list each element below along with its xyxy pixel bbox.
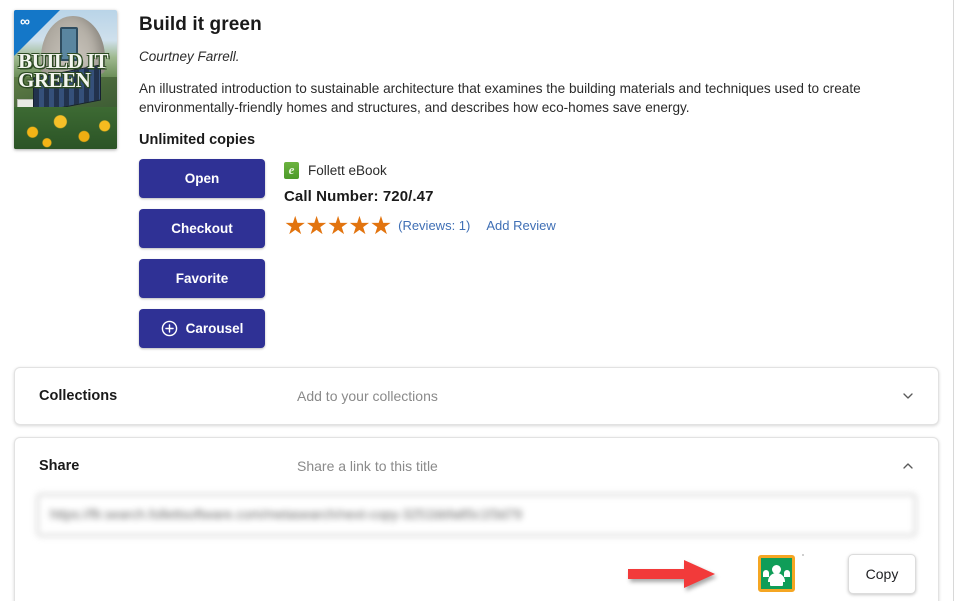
title-detail-header: BUILD IT GREEN ∞ Build it green Courtney… [0,0,953,359]
star-icon: ★ [305,211,327,240]
title-detail-page: BUILD IT GREEN ∞ Build it green Courtney… [0,0,954,601]
carousel-button[interactable]: Carousel [139,308,265,348]
book-cover-container: BUILD IT GREEN ∞ [14,10,117,359]
reviews-count-link[interactable]: (Reviews: 1) [398,218,470,233]
add-review-link[interactable]: Add Review [486,218,555,233]
carousel-button-label: Carousel [185,320,244,336]
google-classroom-icon [761,558,792,589]
rating-stars[interactable]: ★ ★ ★ ★ ★ [284,211,392,240]
share-panel: Share Share a link to this title https:/… [14,436,939,601]
collections-label: Collections [39,387,118,404]
annotation-arrow-icon [628,559,715,588]
format-label: Follett eBook [308,162,387,178]
chevron-down-icon[interactable] [900,388,916,404]
format-row: Follett eBook [284,161,939,179]
star-icon: ★ [284,211,306,240]
cover-art-flowers [14,107,117,149]
book-cover-image[interactable]: BUILD IT GREEN ∞ [14,10,117,149]
plus-circle-icon [161,320,178,337]
actions-row: Open Checkout Favorite Carousel e Follet… [139,158,939,359]
call-number: Call Number: 720/.47 [284,187,434,205]
star-icon: ★ [326,211,349,240]
star-icon: ★ [348,211,370,240]
collections-panel: Collections Add to your collections [14,366,939,425]
share-panel-body: Copy [15,493,938,601]
chevron-up-icon[interactable] [900,458,916,474]
page-title: Build it green [139,14,262,35]
review-row: ★ ★ ★ ★ ★ (Reviews: 1) Add Review [284,211,939,240]
share-actions-row: Copy [37,553,916,595]
copies-availability: Unlimited copies [139,131,256,148]
title-info: Build it green Courtney Farrell. An illu… [139,10,939,359]
book-summary: An illustrated introduction to sustainab… [139,81,861,115]
favorite-button[interactable]: Favorite [139,258,265,298]
star-icon: ★ [369,211,392,240]
cover-title-text: BUILD IT GREEN [18,48,109,92]
action-buttons-column: Open Checkout Favorite Carousel [139,158,265,359]
infinity-icon: ∞ [20,13,30,29]
follett-ebook-icon [284,161,299,179]
collections-panel-header[interactable]: Collections Add to your collections [15,368,938,424]
share-panel-header[interactable]: Share Share a link to this title [15,438,938,494]
collections-placeholder: Add to your collections [297,387,438,404]
book-author: Courtney Farrell. [139,49,240,64]
share-url-input[interactable] [37,493,916,536]
google-classroom-share-button[interactable] [758,555,795,592]
copy-button[interactable]: Copy [848,553,916,594]
share-label: Share [39,457,80,474]
share-subtitle: Share a link to this title [297,457,438,474]
title-metadata-column: Follett eBook Call Number: 720/.47 ★ ★ ★… [265,159,939,359]
web-share-button[interactable] [803,555,840,592]
checkout-button[interactable]: Checkout [139,208,265,248]
open-button[interactable]: Open [139,158,265,198]
